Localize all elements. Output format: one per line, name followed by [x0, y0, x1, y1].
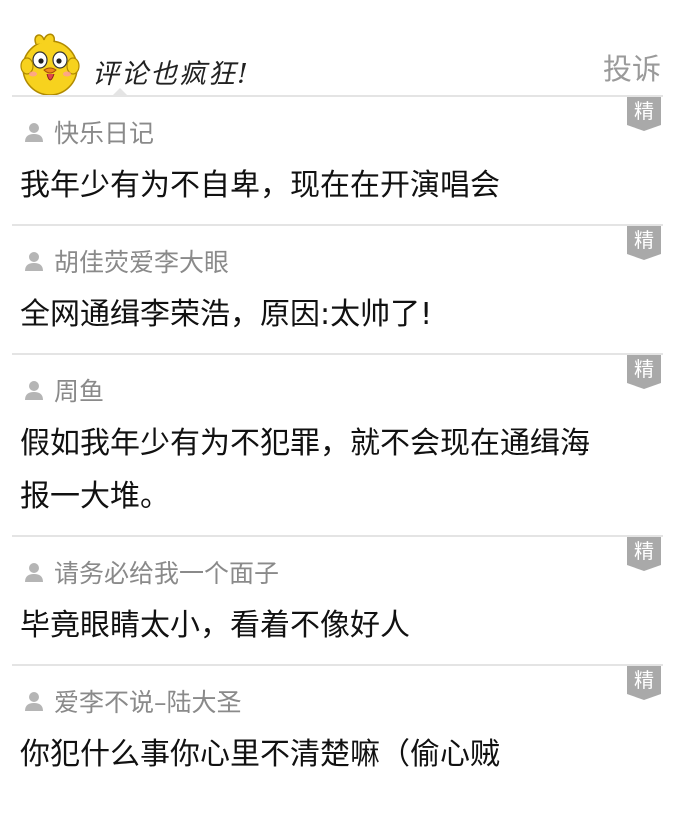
- comment-username[interactable]: 快乐日记: [54, 114, 154, 150]
- chick-mascot-icon: [20, 33, 80, 96]
- comment-user-row: 快乐日记: [20, 114, 615, 150]
- user-icon: [25, 123, 43, 142]
- featured-badge-label: 精: [634, 99, 654, 123]
- comment-username[interactable]: 爱李不说–陆大圣: [54, 683, 242, 719]
- comment-item: 胡佳荧爱李大眼 全网通缉李荣浩，原因:太帅了! 精: [0, 226, 675, 355]
- comment-text: 你犯什么事你心里不清楚嘛（偷心贼: [20, 737, 500, 772]
- comment-text: 假如我年少有为不犯罪，就不会现在通缉海报一大堆。: [20, 426, 590, 514]
- comments-header: 评论也疯狂! 投诉: [0, 0, 675, 97]
- comment-item: 请务必给我一个面子 毕竟眼睛太小，看着不像好人 精: [0, 537, 675, 666]
- featured-badge: 精: [627, 666, 661, 700]
- user-icon: [25, 563, 43, 582]
- comment-username[interactable]: 周鱼: [54, 372, 104, 408]
- comment-text: 全网通缉李荣浩，原因:太帅了!: [20, 297, 433, 332]
- featured-badge-label: 精: [634, 668, 654, 692]
- user-icon: [25, 252, 43, 271]
- comment-item: 快乐日记 我年少有为不自卑，现在在开演唱会 精: [0, 97, 675, 226]
- featured-badge-label: 精: [634, 539, 654, 563]
- comment-user-row: 胡佳荧爱李大眼: [20, 243, 615, 279]
- comment-username[interactable]: 请务必给我一个面子: [54, 554, 279, 590]
- report-button[interactable]: 投诉: [603, 46, 661, 88]
- comment-item: 爱李不说–陆大圣 你犯什么事你心里不清楚嘛（偷心贼 精: [0, 666, 675, 795]
- featured-badge: 精: [627, 537, 661, 571]
- comment-user-row: 请务必给我一个面子: [20, 554, 615, 590]
- comment-text: 我年少有为不自卑，现在在开演唱会: [20, 168, 500, 203]
- comment-user-row: 周鱼: [20, 372, 615, 408]
- featured-badge-label: 精: [634, 357, 654, 381]
- comment-user-row: 爱李不说–陆大圣: [20, 683, 615, 719]
- comment-list: 快乐日记 我年少有为不自卑，现在在开演唱会 精 胡佳荧爱李大眼 全网通缉李荣浩，…: [0, 97, 675, 795]
- comment-item: 周鱼 假如我年少有为不犯罪，就不会现在通缉海报一大堆。 精: [0, 355, 675, 537]
- header-divider-notch: [112, 88, 128, 96]
- section-title: 评论也疯狂!: [92, 59, 250, 90]
- featured-badge-label: 精: [634, 228, 654, 252]
- user-icon: [25, 692, 43, 711]
- featured-badge: 精: [627, 226, 661, 260]
- comment-text: 毕竟眼睛太小，看着不像好人: [20, 608, 410, 643]
- featured-badge: 精: [627, 355, 661, 389]
- user-icon: [25, 381, 43, 400]
- comment-username[interactable]: 胡佳荧爱李大眼: [54, 243, 229, 279]
- featured-badge: 精: [627, 97, 661, 131]
